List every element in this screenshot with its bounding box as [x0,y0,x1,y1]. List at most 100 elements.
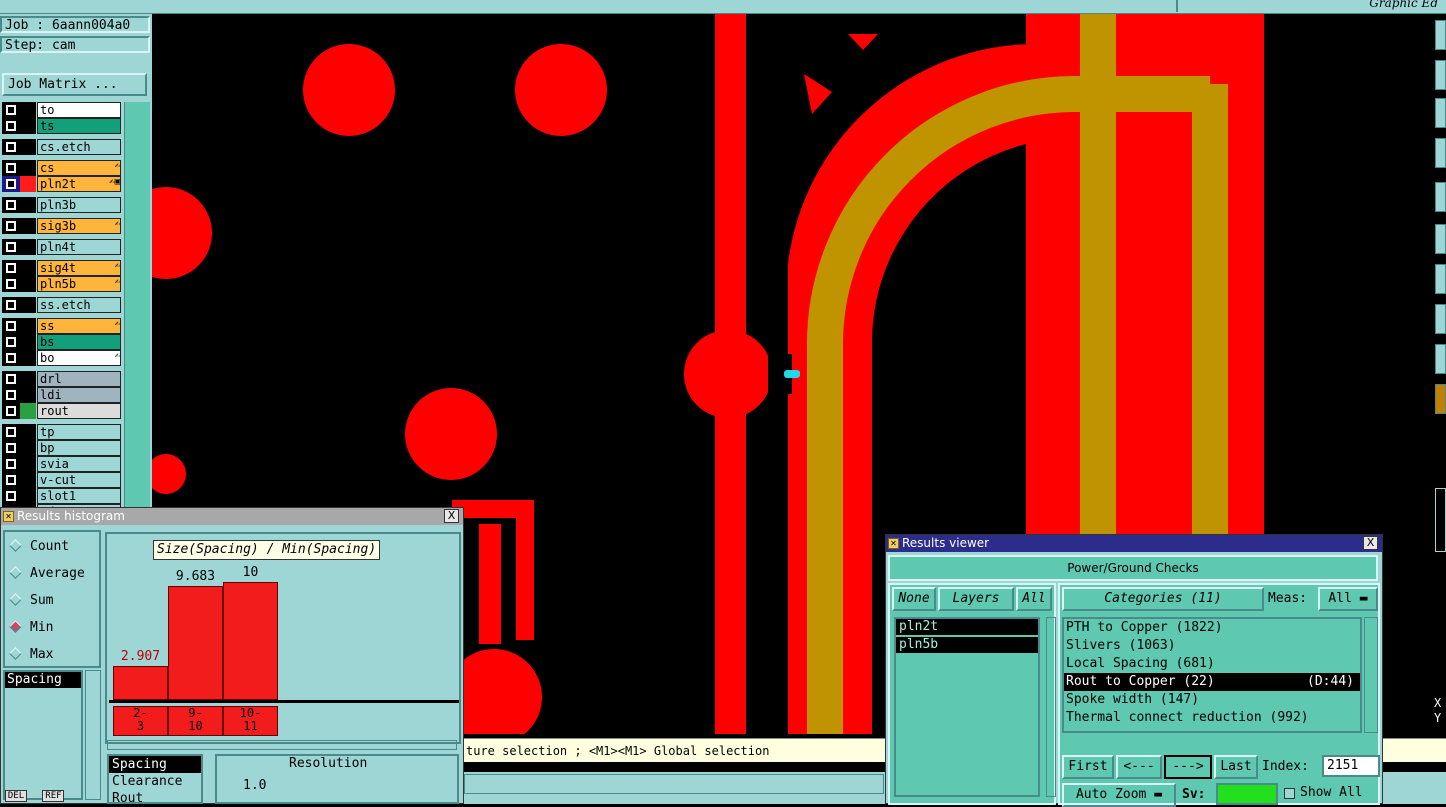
mode-sum[interactable]: Sum [9,588,53,614]
layer-name[interactable]: bp [37,440,121,456]
histogram-bar[interactable] [223,582,278,700]
layer-row-ss.etch[interactable]: ss.etch [2,297,122,313]
tool-button[interactable] [1435,344,1446,374]
layer-color-swatch[interactable] [20,424,36,440]
layer-checkbox[interactable] [6,200,16,210]
category-item[interactable]: Slivers (1063) [1064,637,1360,655]
tool-button[interactable] [1435,384,1446,414]
category-item[interactable]: Spoke width (147) [1064,691,1360,709]
layer-name[interactable]: cs [37,160,121,176]
layer-color-swatch[interactable] [20,488,36,504]
layers-button[interactable]: Layers [938,587,1014,611]
layer-name[interactable]: svia [37,456,121,472]
layer-name[interactable]: drl [37,371,121,387]
layer-name[interactable]: v-cut [37,472,121,488]
layer-name[interactable]: bo [37,350,121,366]
histogram-titlebar[interactable]: ✕ Results histogram X [1,508,463,525]
layer-color-swatch[interactable] [20,218,36,234]
layer-checkbox[interactable] [6,443,16,453]
layer-row-sig3b[interactable]: sig3b ✍ [2,218,122,234]
layer-checkbox[interactable] [6,353,16,363]
category-item[interactable]: PTH to Copper (1822) [1064,619,1360,637]
tool-button[interactable] [1435,488,1446,552]
layer-checkbox[interactable] [6,105,16,115]
layer-color-swatch[interactable] [20,176,36,192]
layer-name[interactable]: ss.etch [37,297,121,313]
layer-row-pln5b[interactable]: pln5b ✍ [2,276,122,292]
layer-name[interactable]: bs [37,334,121,350]
layer-row-rout[interactable]: rout [2,403,122,419]
layer-row-bo[interactable]: bo ✍ [2,350,122,366]
tool-button[interactable] [1435,98,1446,128]
layer-list-scrollbar[interactable] [124,102,150,522]
layer-row-sig4t[interactable]: sig4t ✍ [2,260,122,276]
layer-checkbox[interactable] [6,459,16,469]
last-button[interactable]: Last [1214,755,1258,779]
layer-row-ss[interactable]: ss ✍ [2,318,122,334]
layer-name[interactable]: ts [37,118,121,134]
list-item[interactable]: pln5b [896,637,1038,653]
category-item[interactable]: Thermal connect reduction (992) [1064,709,1360,727]
layer-name[interactable]: to [37,102,121,118]
layers-scrollbar[interactable] [1046,617,1056,797]
layer-color-swatch[interactable] [20,456,36,472]
prev-button[interactable]: <--- [1116,755,1162,779]
layer-row-ts[interactable]: ts [2,118,122,134]
layer-name[interactable]: sig4t [37,260,121,276]
layer-row-cs[interactable]: cs ✍ [2,160,122,176]
measure-list-scrollbar[interactable] [85,670,101,800]
layer-color-swatch[interactable] [20,472,36,488]
layer-checkbox[interactable] [6,121,16,131]
none-button[interactable]: None [892,587,936,611]
list-item[interactable]: Rout [109,790,201,802]
mode-average[interactable]: Average [9,561,85,587]
sv-color-dropdown[interactable] [1216,783,1278,805]
layer-name[interactable]: slot1 [37,488,121,504]
mode-max[interactable]: Max [9,642,53,668]
layer-checkbox[interactable] [6,142,16,152]
layer-color-swatch[interactable] [20,260,36,276]
list-item[interactable]: Spacing [109,756,201,773]
layer-color-swatch[interactable] [20,297,36,313]
layer-row-pln3b[interactable]: pln3b [2,197,122,213]
tool-button[interactable] [1435,182,1446,212]
layer-color-swatch[interactable] [20,276,36,292]
message-field[interactable] [464,774,884,794]
layer-name[interactable]: rout [37,403,121,419]
first-button[interactable]: First [1062,755,1114,779]
layer-row-v-cut[interactable]: v-cut [2,472,122,488]
layer-name[interactable]: sig3b [37,218,121,234]
layer-color-swatch[interactable] [20,102,36,118]
category-scrollbar[interactable] [1364,617,1378,733]
layer-color-swatch[interactable] [20,350,36,366]
category-item[interactable]: Local Spacing (681) [1064,655,1360,673]
layer-color-swatch[interactable] [20,197,36,213]
layer-row-svia[interactable]: svia [2,456,122,472]
layer-color-swatch[interactable] [20,440,36,456]
layer-name[interactable]: pln3b [37,197,121,213]
layer-name[interactable]: pln5b [37,276,121,292]
tool-button[interactable] [1435,224,1446,254]
list-item[interactable]: pln2t [896,619,1038,635]
layer-row-bs[interactable]: bs [2,334,122,350]
list-item[interactable]: Clearance [109,773,201,790]
layer-color-swatch[interactable] [20,371,36,387]
layer-checkbox[interactable] [6,242,16,252]
del-icon[interactable]: DEL [5,790,27,802]
close-icon[interactable]: X [444,509,459,523]
layer-name[interactable]: ldi [37,387,121,403]
layer-row-drl[interactable]: drl [2,371,122,387]
layer-color-swatch[interactable] [20,118,36,134]
categories-button[interactable]: Categories (11) [1062,587,1264,611]
viewer-titlebar[interactable]: ✕ Results viewer X [886,535,1382,552]
job-matrix-button[interactable]: Job Matrix ... [2,73,147,96]
layer-color-swatch[interactable] [20,318,36,334]
layer-checkbox[interactable] [6,300,16,310]
layer-name[interactable]: cs.etch [37,139,121,155]
all-layers-button[interactable]: All [1016,587,1052,611]
histogram-bar[interactable] [113,666,168,700]
tool-button[interactable] [1435,304,1446,334]
layer-row-tp[interactable]: tp [2,424,122,440]
layer-checkbox[interactable] [6,221,16,231]
layer-checkbox[interactable] [6,390,16,400]
